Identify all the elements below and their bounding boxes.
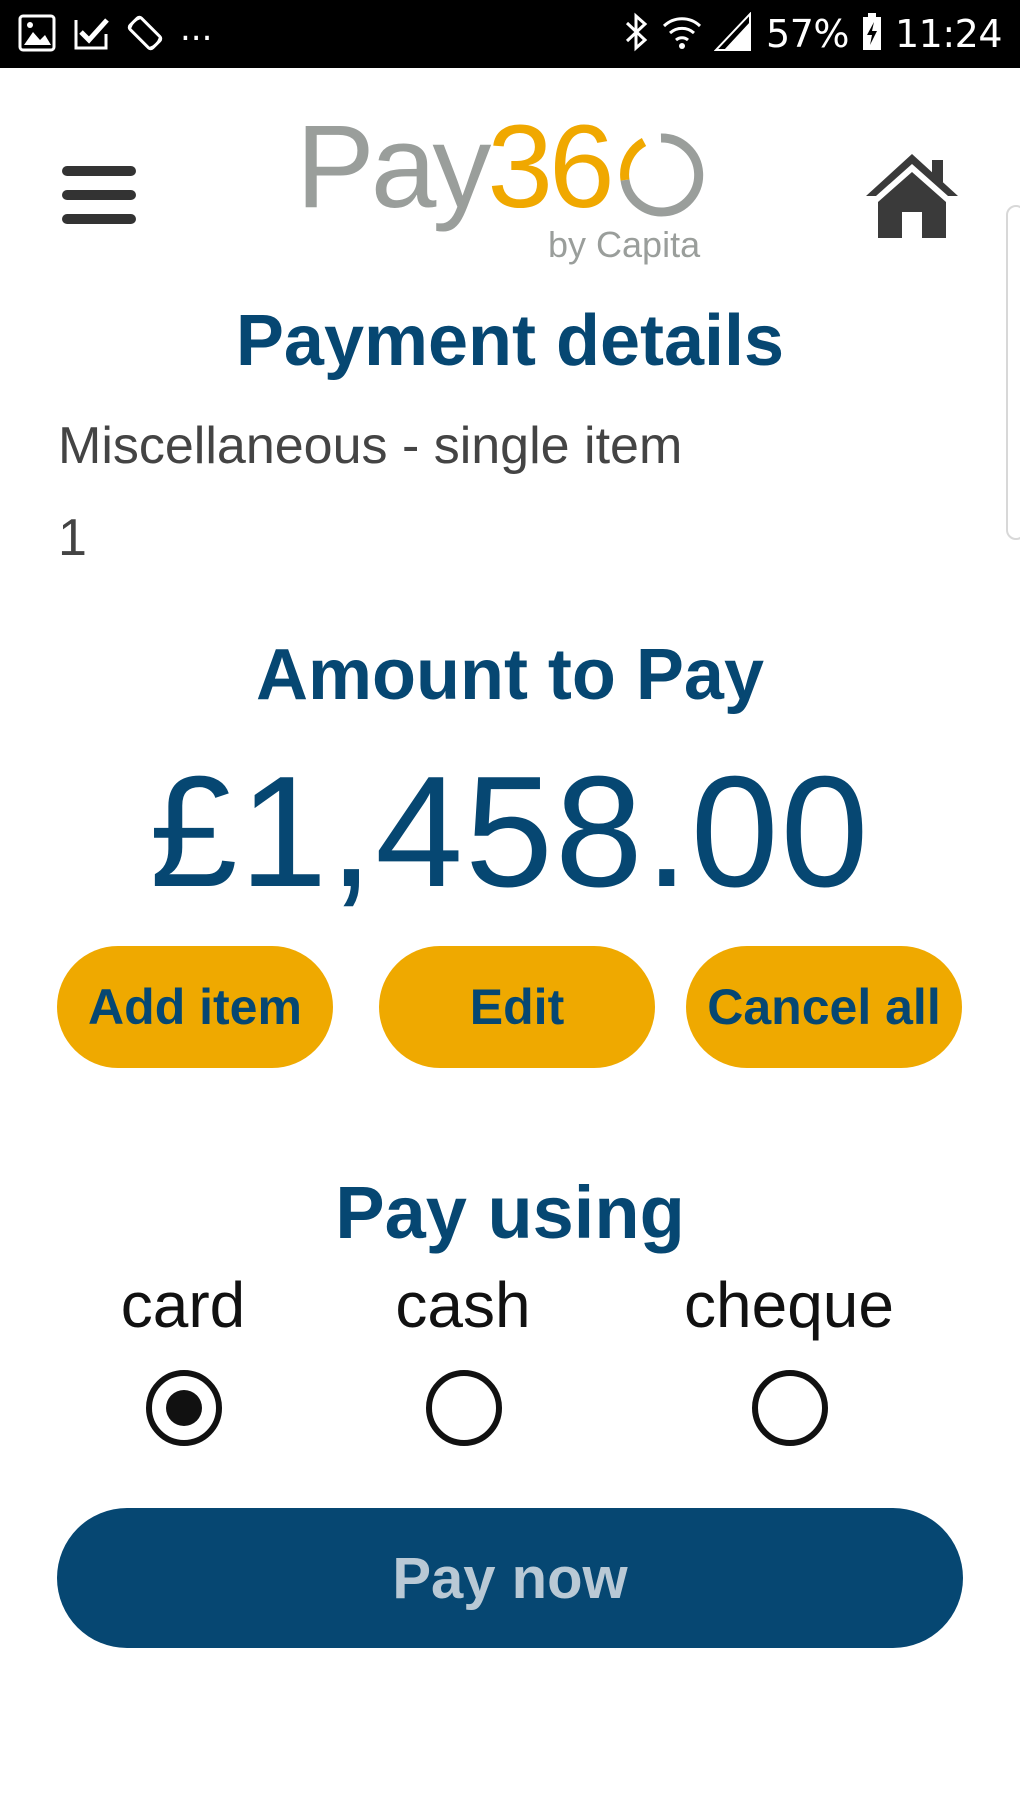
pay-using-heading: Pay using: [335, 1171, 685, 1254]
signal-icon: [713, 11, 754, 56]
menu-bar-top: [62, 166, 136, 176]
logo-wordmark: Pay36: [296, 108, 615, 226]
method-label-cash: cash: [395, 1269, 531, 1341]
add-item-button[interactable]: Add item: [57, 946, 333, 1068]
hamburger-menu-icon[interactable]: [62, 166, 136, 224]
status-bar: ... 57% 11:24: [0, 0, 1020, 68]
home-icon[interactable]: [862, 150, 962, 240]
status-bar-right: 57% 11:24: [624, 10, 1003, 58]
item-name: Miscellaneous - single item: [58, 417, 683, 475]
method-label-cheque: cheque: [684, 1269, 894, 1341]
task-check-icon: [72, 14, 110, 56]
item-quantity: 1: [58, 509, 87, 567]
logo-ring-icon: [620, 133, 704, 217]
amount-value: £1,458.00: [149, 744, 871, 920]
radio-cheque[interactable]: [752, 1370, 828, 1446]
edit-button[interactable]: Edit: [379, 946, 655, 1068]
wifi-icon: [662, 12, 702, 56]
menu-bar-bottom: [62, 214, 136, 224]
pay-now-button[interactable]: Pay now: [57, 1508, 963, 1648]
more-notifications: ...: [180, 9, 213, 49]
pay360-logo: Pay36 by Capita: [296, 108, 716, 268]
bluetooth-icon: [624, 12, 650, 56]
page-title: Payment details: [235, 301, 785, 381]
battery-percent: 57%: [766, 12, 849, 56]
screen-rotate-icon: [126, 14, 164, 56]
logo-pay-text: Pay: [296, 101, 491, 233]
radio-cash[interactable]: [426, 1370, 502, 1446]
radio-card[interactable]: [146, 1370, 222, 1446]
menu-bar-middle: [62, 190, 136, 200]
cancel-all-button[interactable]: Cancel all: [686, 946, 962, 1068]
logo-number-text: 36: [487, 101, 614, 233]
method-label-card: card: [120, 1269, 246, 1341]
logo-byline: by Capita: [548, 224, 701, 265]
amount-label: Amount to Pay: [255, 635, 764, 715]
clock: 11:24: [894, 12, 1003, 56]
battery-charging-icon: [861, 12, 883, 56]
gallery-icon: [18, 14, 56, 56]
status-bar-left: ...: [18, 9, 212, 56]
